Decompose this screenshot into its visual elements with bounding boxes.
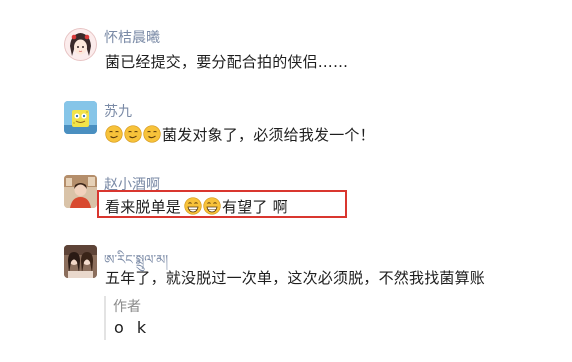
grin-face-emoji-icon bbox=[184, 197, 202, 215]
anime-girl-avatar-icon bbox=[64, 28, 97, 61]
smirk-face-emoji-icon bbox=[124, 125, 142, 143]
reply-text: o k bbox=[114, 318, 151, 337]
reply-divider bbox=[104, 296, 106, 340]
commenter-name[interactable]: 怀桔晨曦 bbox=[104, 27, 160, 47]
smirk-face-emoji-icon bbox=[105, 125, 123, 143]
avatar[interactable] bbox=[64, 245, 97, 278]
two-girls-photo-avatar-icon bbox=[64, 245, 97, 278]
comment-text: 菌发对象了，必须给我发一个！ bbox=[162, 126, 375, 144]
avatar[interactable] bbox=[64, 101, 97, 134]
comment-text: 菌已经提交，要分配合拍的侠侣…… bbox=[105, 53, 349, 71]
avatar[interactable] bbox=[64, 28, 97, 61]
comment-text-row: 菌发对象了，必须给我发一个！ bbox=[105, 124, 375, 145]
photo-avatar-icon bbox=[64, 175, 97, 208]
sponge-character-avatar-icon bbox=[64, 101, 97, 134]
avatar[interactable] bbox=[64, 175, 97, 208]
comment-text-row: 看来脱单是 有望了 啊 bbox=[105, 196, 288, 217]
comment-text-before: 看来脱单是 bbox=[105, 198, 182, 216]
reply-author: 作者 bbox=[113, 299, 141, 315]
comment-text: 五年了，就没脱过一次单，这次必须脱，不然我找菌算账 bbox=[105, 269, 486, 287]
commenter-name[interactable]: 苏九 bbox=[104, 101, 132, 121]
comment-text-after: 有望了 啊 bbox=[222, 198, 288, 216]
smirk-face-emoji-icon bbox=[143, 125, 161, 143]
grin-face-emoji-icon bbox=[203, 197, 221, 215]
